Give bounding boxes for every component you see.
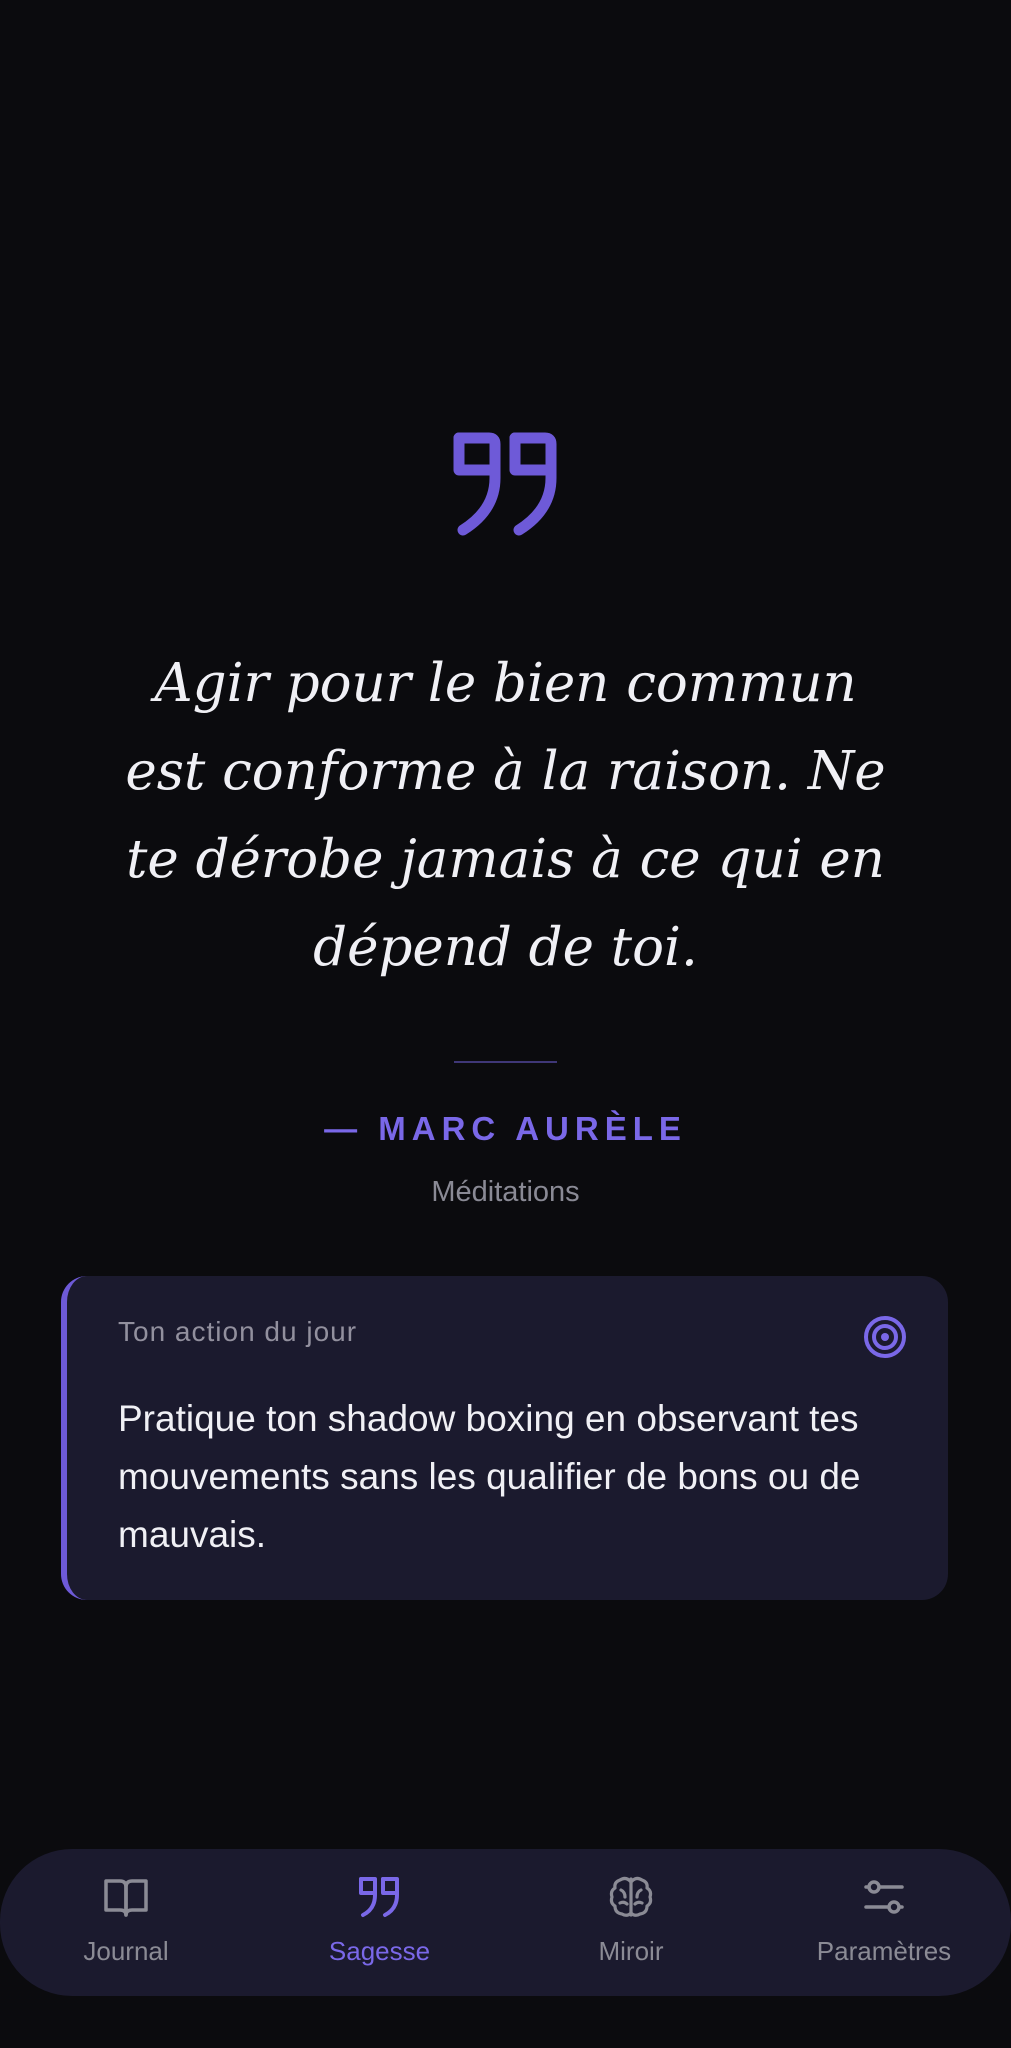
nav-item-parametres[interactable]: Paramètres [800, 1849, 968, 1996]
nav-label-parametres: Paramètres [816, 1936, 952, 1966]
sliders-icon [864, 1880, 904, 1914]
quote-author: — MARC AURÈLE [324, 1110, 687, 1147]
bottom-navigation: Journal Sagesse Miroir Paramètres [0, 1849, 1011, 1996]
quote-divider [454, 1061, 557, 1063]
nav-label-miroir: Miroir [598, 1936, 664, 1966]
book-icon [104, 1879, 148, 1917]
target-icon [864, 1316, 906, 1358]
brain-icon [609, 1876, 653, 1917]
quote-source: Méditations [431, 1176, 580, 1208]
nav-item-journal[interactable]: Journal [40, 1849, 212, 1996]
nav-item-miroir[interactable]: Miroir [550, 1849, 712, 1996]
nav-label-sagesse: Sagesse [328, 1936, 431, 1966]
daily-action-text: Pratique ton shadow boxing en observant … [118, 1398, 861, 1555]
daily-action-label: Ton action du jour [118, 1316, 358, 1347]
quote-mark-icon [358, 1877, 399, 1917]
nav-item-sagesse[interactable]: Sagesse [297, 1849, 462, 1996]
quote-mark-icon [453, 432, 557, 536]
nav-label-journal: Journal [83, 1936, 169, 1966]
daily-action-card: Ton action du jour Pratique ton shadow b… [61, 1276, 948, 1600]
quote-text: Agir pour le bien commun est conforme à … [125, 653, 886, 978]
